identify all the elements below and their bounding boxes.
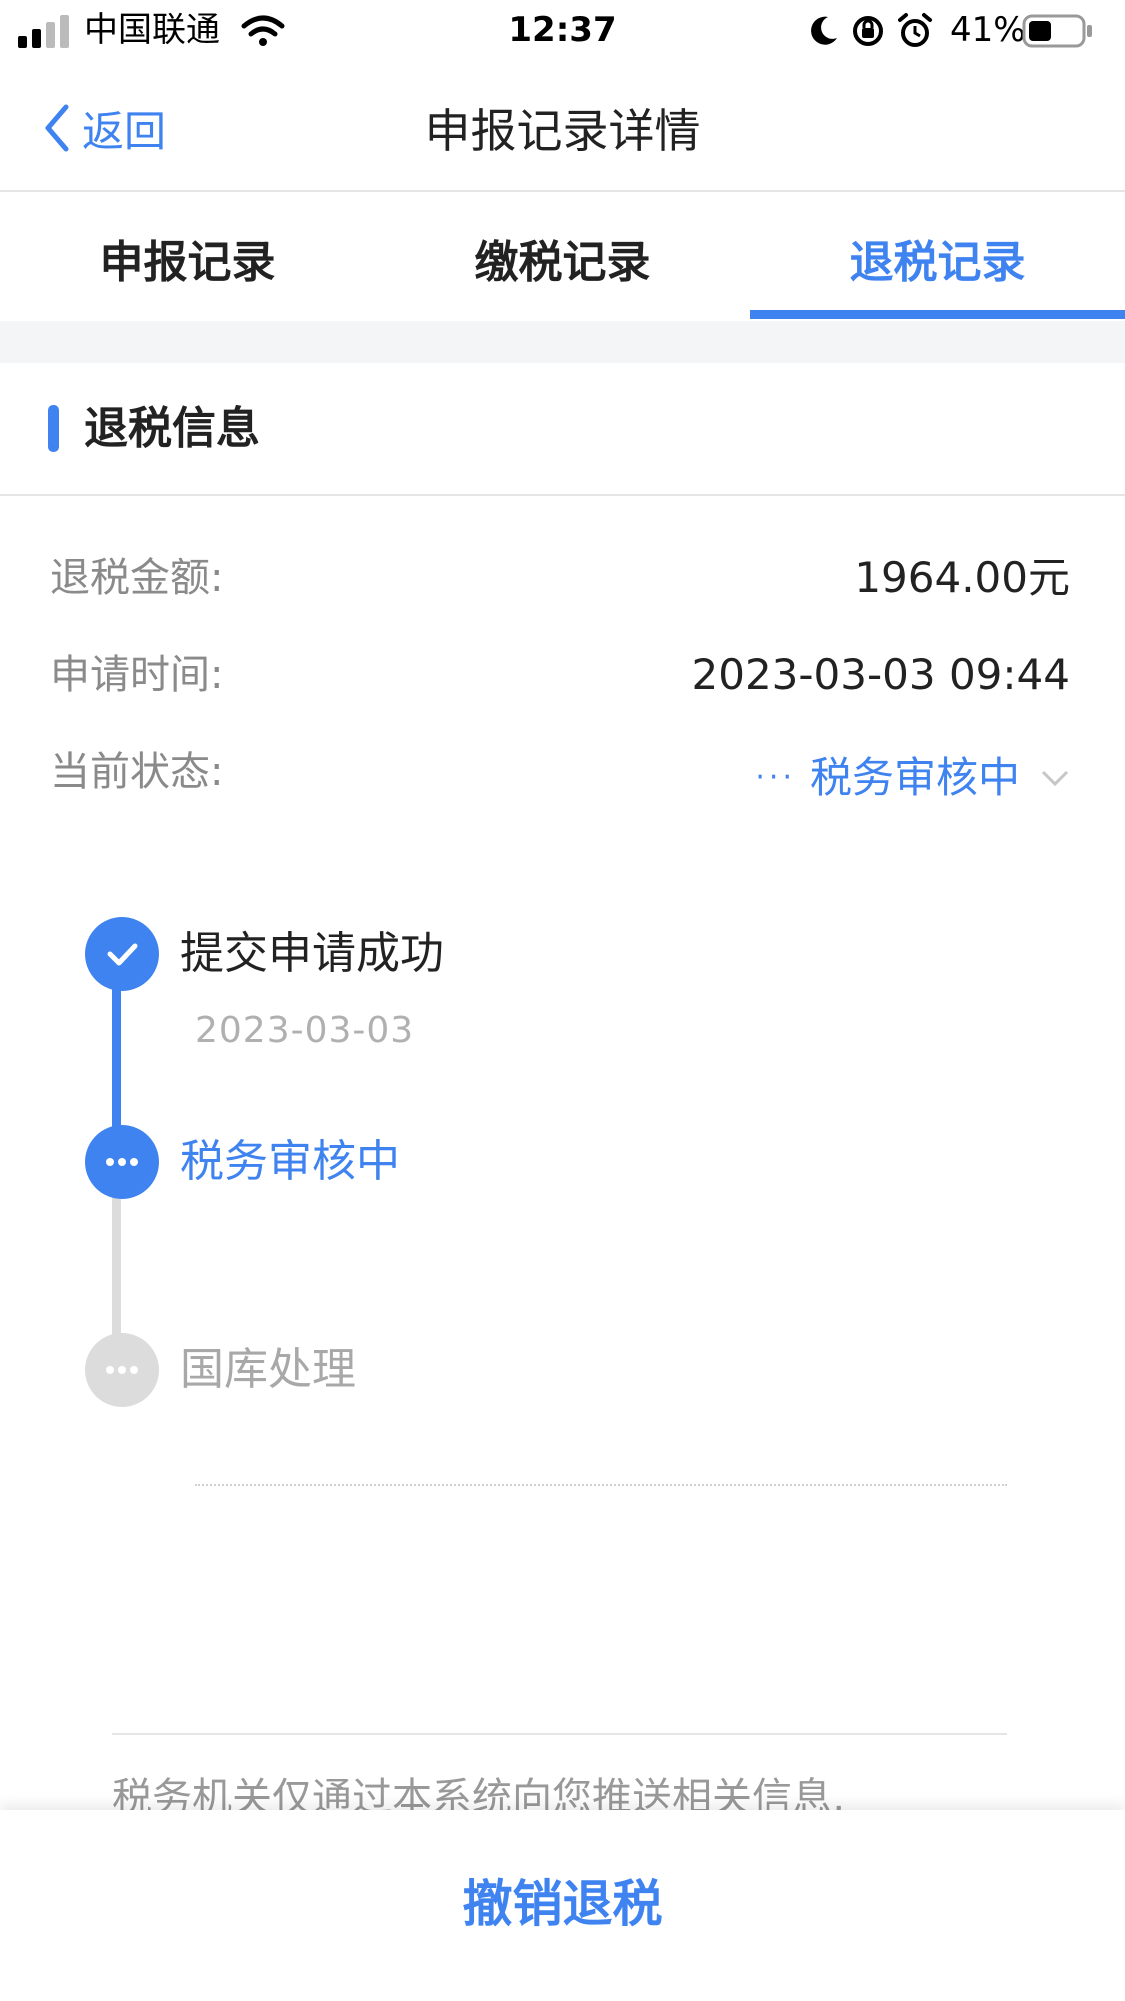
more-icon bbox=[106, 1158, 138, 1166]
page-title: 申报记录详情 bbox=[424, 104, 701, 158]
section-divider bbox=[0, 494, 1125, 496]
nav-divider bbox=[0, 190, 1125, 192]
current-status-toggle[interactable]: ··· 税务审核中 bbox=[755, 748, 1070, 808]
apply-time-value: 2023-03-03 09:44 bbox=[691, 650, 1070, 699]
refund-amount-value: 1964.00元 bbox=[854, 553, 1070, 602]
tab-bar: 申报记录 缴税记录 退税记录 bbox=[0, 195, 1125, 320]
timeline-step-3-node bbox=[85, 1333, 159, 1407]
battery-icon bbox=[1022, 14, 1092, 48]
section-spacer bbox=[0, 321, 1125, 363]
moon-icon bbox=[811, 16, 837, 45]
footer-divider bbox=[112, 1733, 1007, 1735]
dotted-divider bbox=[195, 1484, 1007, 1486]
apply-time-label: 申请时间: bbox=[50, 652, 224, 698]
cancel-refund-button[interactable]: 撤销退税 bbox=[0, 1860, 1125, 1940]
tab-payment-records[interactable]: 缴税记录 bbox=[375, 195, 750, 320]
timeline-step-1-node bbox=[85, 917, 159, 991]
section-title: 退税信息 bbox=[84, 403, 260, 454]
section-marker bbox=[48, 405, 59, 452]
chevron-down-icon bbox=[1041, 770, 1069, 787]
timeline-step-2-title: 税务审核中 bbox=[180, 1136, 400, 1187]
refund-amount-label: 退税金额: bbox=[50, 555, 224, 601]
tab-declaration-records[interactable]: 申报记录 bbox=[0, 195, 375, 320]
current-status-value: 税务审核中 bbox=[809, 753, 1020, 802]
timeline-step-1-title: 提交申请成功 bbox=[180, 928, 444, 979]
more-icon bbox=[106, 1366, 138, 1374]
rotation-lock-icon bbox=[853, 16, 883, 46]
alarm-icon bbox=[898, 13, 932, 47]
status-bar: 中国联通 12:37 41% bbox=[0, 0, 1125, 60]
check-icon bbox=[107, 943, 138, 966]
battery-percent: 41% bbox=[950, 10, 1026, 50]
more-dots-icon: ··· bbox=[755, 760, 796, 795]
timeline-step-1-date: 2023-03-03 bbox=[195, 1010, 415, 1051]
tab-refund-records[interactable]: 退税记录 bbox=[750, 195, 1125, 320]
timeline-step-3-title: 国库处理 bbox=[180, 1344, 356, 1395]
active-tab-indicator bbox=[750, 310, 1125, 319]
timeline-step-2-node bbox=[85, 1125, 159, 1199]
current-status-label: 当前状态: bbox=[50, 749, 224, 795]
